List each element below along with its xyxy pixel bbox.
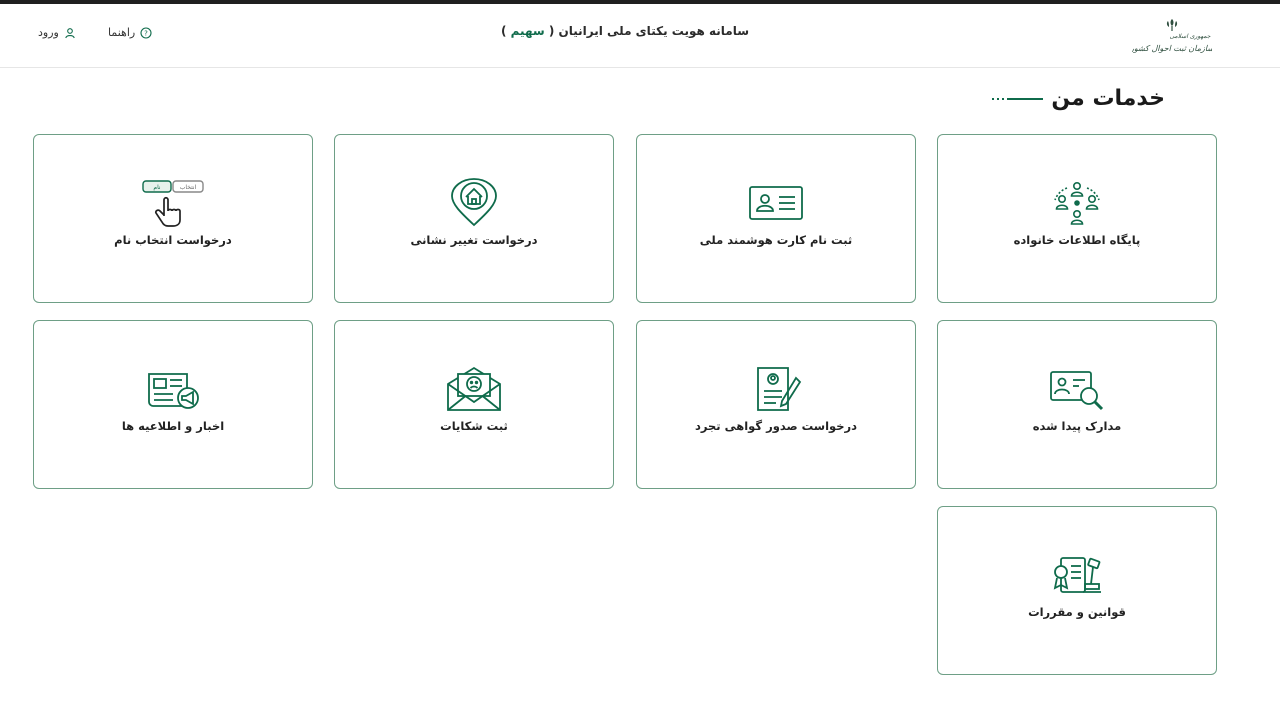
service-card-news[interactable]: اخبار و اطلاعیه ها — [33, 320, 313, 489]
document-search-icon — [1045, 363, 1109, 415]
certificate-pen-icon — [744, 363, 808, 415]
svg-text:جمهوری اسلامی: جمهوری اسلامی — [1169, 33, 1210, 40]
complaint-envelope-icon — [442, 363, 506, 415]
service-card-complaints[interactable]: ثبت شکایات — [334, 320, 614, 489]
service-card-smart-card[interactable]: ثبت نام کارت هوشمند ملی — [636, 134, 916, 303]
family-network-icon — [1045, 177, 1109, 229]
svg-text:انتخاب: انتخاب — [180, 184, 197, 191]
service-label: درخواست تغییر نشانی — [410, 233, 538, 247]
svg-text:سازمان ثبت احوال کشور: سازمان ثبت احوال کشور — [1132, 44, 1212, 53]
service-card-family-database[interactable]: پایگاه اطلاعات خانواده — [937, 134, 1217, 303]
service-card-found-documents[interactable]: مدارک پیدا شده — [937, 320, 1217, 489]
service-label: مدارک پیدا شده — [1032, 419, 1122, 433]
section-title: خدمات من — [992, 86, 1165, 111]
service-label: ثبت شکایات — [440, 419, 508, 433]
brand-name: سهیم — [510, 24, 545, 38]
header: ورود راهنما ? سامانه هویت یکتای ملی ایرا… — [0, 4, 1280, 68]
organization-logo: جمهوری اسلامی سازمان ثبت احوال کشور — [1129, 16, 1214, 58]
select-name-icon: نام انتخاب — [141, 177, 205, 229]
news-megaphone-icon — [141, 363, 205, 415]
law-gavel-icon — [1045, 549, 1109, 601]
service-label: درخواست صدور گواهی تجرد — [694, 419, 858, 433]
page-title: سامانه هویت یکتای ملی ایرانیان ( سهیم ) — [500, 24, 750, 38]
service-card-name-selection[interactable]: نام انتخاب درخواست انتخاب نام — [33, 134, 313, 303]
service-label: قوانین و مقررات — [1028, 605, 1126, 619]
svg-text:نام: نام — [153, 184, 161, 191]
service-label: پایگاه اطلاعات خانواده — [1013, 233, 1141, 247]
service-card-address-change[interactable]: درخواست تغییر نشانی — [334, 134, 614, 303]
service-card-single-certificate[interactable]: درخواست صدور گواهی تجرد — [636, 320, 916, 489]
section-heading: خدمات من — [1051, 86, 1165, 111]
service-label: ثبت نام کارت هوشمند ملی — [699, 233, 853, 247]
home-location-icon — [442, 177, 506, 229]
service-label: درخواست انتخاب نام — [114, 233, 232, 247]
service-card-laws[interactable]: قوانین و مقررات — [937, 506, 1217, 675]
service-label: اخبار و اطلاعیه ها — [121, 419, 225, 433]
title-decoration — [992, 97, 1044, 100]
id-card-icon — [744, 177, 808, 229]
